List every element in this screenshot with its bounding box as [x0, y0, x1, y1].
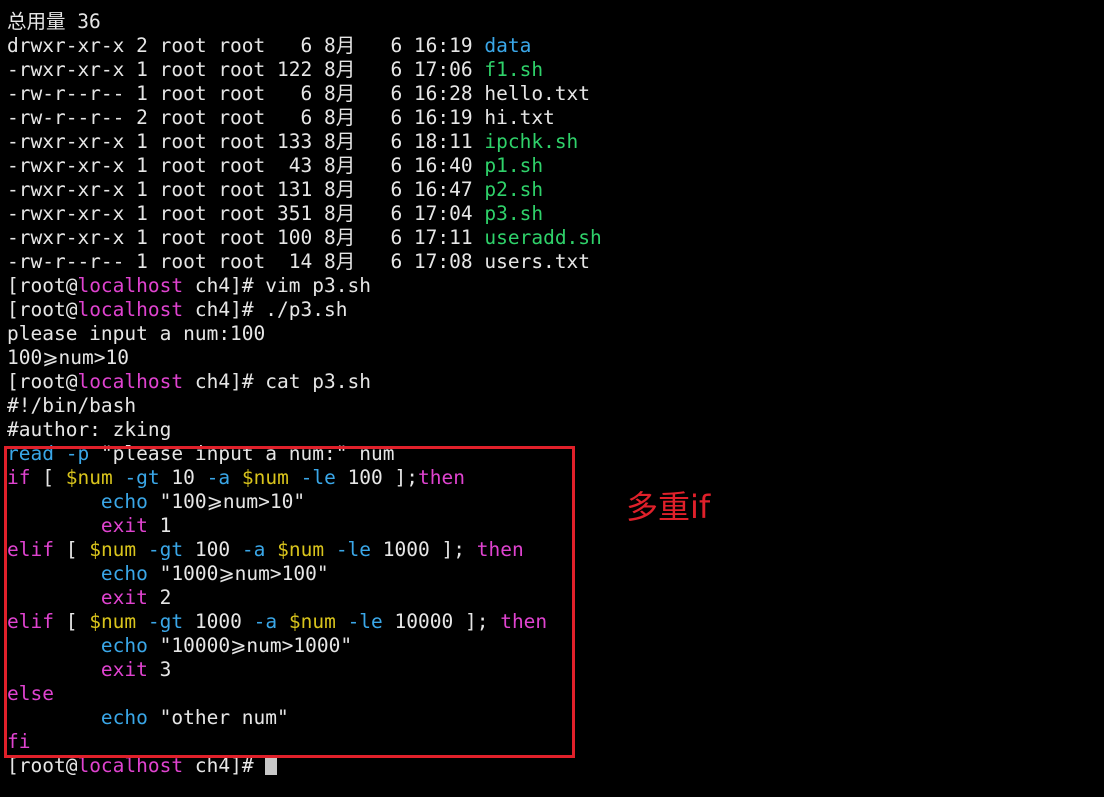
terminal-line: -rwxr-xr-x 1 root root 133 8月 6 18:11 ip… — [7, 130, 602, 154]
terminal-text: #author: zking — [7, 418, 172, 441]
terminal-line: -rw-r--r-- 1 root root 14 8月 6 17:08 use… — [7, 250, 602, 274]
terminal-line: -rwxr-xr-x 1 root root 131 8月 6 16:47 p2… — [7, 178, 602, 202]
terminal-text: [root@ — [7, 298, 78, 321]
terminal-text: -rwxr-xr-x 1 root root 131 8月 6 16:47 — [7, 178, 485, 201]
terminal-text: p1.sh — [484, 154, 544, 177]
terminal-text: ipchk.sh — [484, 130, 579, 153]
terminal-text: [root@ — [7, 370, 78, 393]
terminal-text: f1.sh — [484, 58, 544, 81]
terminal-text: data — [484, 34, 532, 57]
terminal-text: -rwxr-xr-x 1 root root 100 8月 6 17:11 — [7, 226, 485, 249]
terminal-text: p2.sh — [484, 178, 544, 201]
terminal-line: please input a num:100 — [7, 322, 602, 346]
terminal-text: 总用量 36 — [7, 10, 101, 33]
highlight-box — [4, 446, 575, 758]
terminal-text: localhost — [77, 298, 184, 321]
terminal-line: -rwxr-xr-x 1 root root 100 8月 6 17:11 us… — [7, 226, 602, 250]
terminal-line: #author: zking — [7, 418, 602, 442]
terminal-line: [root@localhost ch4]# vim p3.sh — [7, 274, 602, 298]
terminal-line: [root@localhost ch4]# cat p3.sh — [7, 370, 602, 394]
terminal-line: drwxr-xr-x 2 root root 6 8月 6 16:19 data — [7, 34, 602, 58]
terminal-text: -rwxr-xr-x 1 root root 351 8月 6 17:04 — [7, 202, 485, 225]
terminal-text: -rwxr-xr-x 1 root root 133 8月 6 18:11 — [7, 130, 485, 153]
terminal-text: -rw-r--r-- 2 root root 6 8月 6 16:19 hi.t… — [7, 106, 555, 129]
terminal-line: -rwxr-xr-x 1 root root 122 8月 6 17:06 f1… — [7, 58, 602, 82]
terminal-line: -rwxr-xr-x 1 root root 351 8月 6 17:04 p3… — [7, 202, 602, 226]
terminal-text: drwxr-xr-x 2 root root 6 8月 6 16:19 — [7, 34, 485, 57]
terminal-text: please input a num:100 — [7, 322, 266, 345]
terminal-text: [root@ — [7, 274, 78, 297]
terminal-line: [root@localhost ch4]# ./p3.sh — [7, 298, 602, 322]
terminal-cursor — [265, 756, 278, 775]
terminal-line: -rw-r--r-- 2 root root 6 8月 6 16:19 hi.t… — [7, 106, 602, 130]
terminal-text: localhost — [77, 370, 184, 393]
terminal-text: -rw-r--r-- 1 root root 14 8月 6 17:08 use… — [7, 250, 591, 273]
terminal-line: 总用量 36 — [7, 10, 602, 34]
terminal-line: -rwxr-xr-x 1 root root 43 8月 6 16:40 p1.… — [7, 154, 602, 178]
terminal-text: useradd.sh — [484, 226, 602, 249]
terminal-text: ch4]# vim p3.sh — [183, 274, 371, 297]
terminal-text: ch4]# ./p3.sh — [183, 298, 348, 321]
annotation-label: 多重if — [626, 488, 711, 526]
terminal-text: ch4]# cat p3.sh — [183, 370, 371, 393]
terminal-line: 100⩾num>10 — [7, 346, 602, 370]
terminal-text: -rwxr-xr-x 1 root root 122 8月 6 17:06 — [7, 58, 485, 81]
terminal-text: localhost — [77, 274, 184, 297]
terminal-text: #!/bin/bash — [7, 394, 137, 417]
terminal-text: -rw-r--r-- 1 root root 6 8月 6 16:28 hell… — [7, 82, 591, 105]
terminal-text: p3.sh — [484, 202, 544, 225]
terminal-line: #!/bin/bash — [7, 394, 602, 418]
terminal-text: 100⩾num>10 — [7, 346, 129, 369]
terminal-line: -rw-r--r-- 1 root root 6 8月 6 16:28 hell… — [7, 82, 602, 106]
terminal-text: -rwxr-xr-x 1 root root 43 8月 6 16:40 — [7, 154, 485, 177]
